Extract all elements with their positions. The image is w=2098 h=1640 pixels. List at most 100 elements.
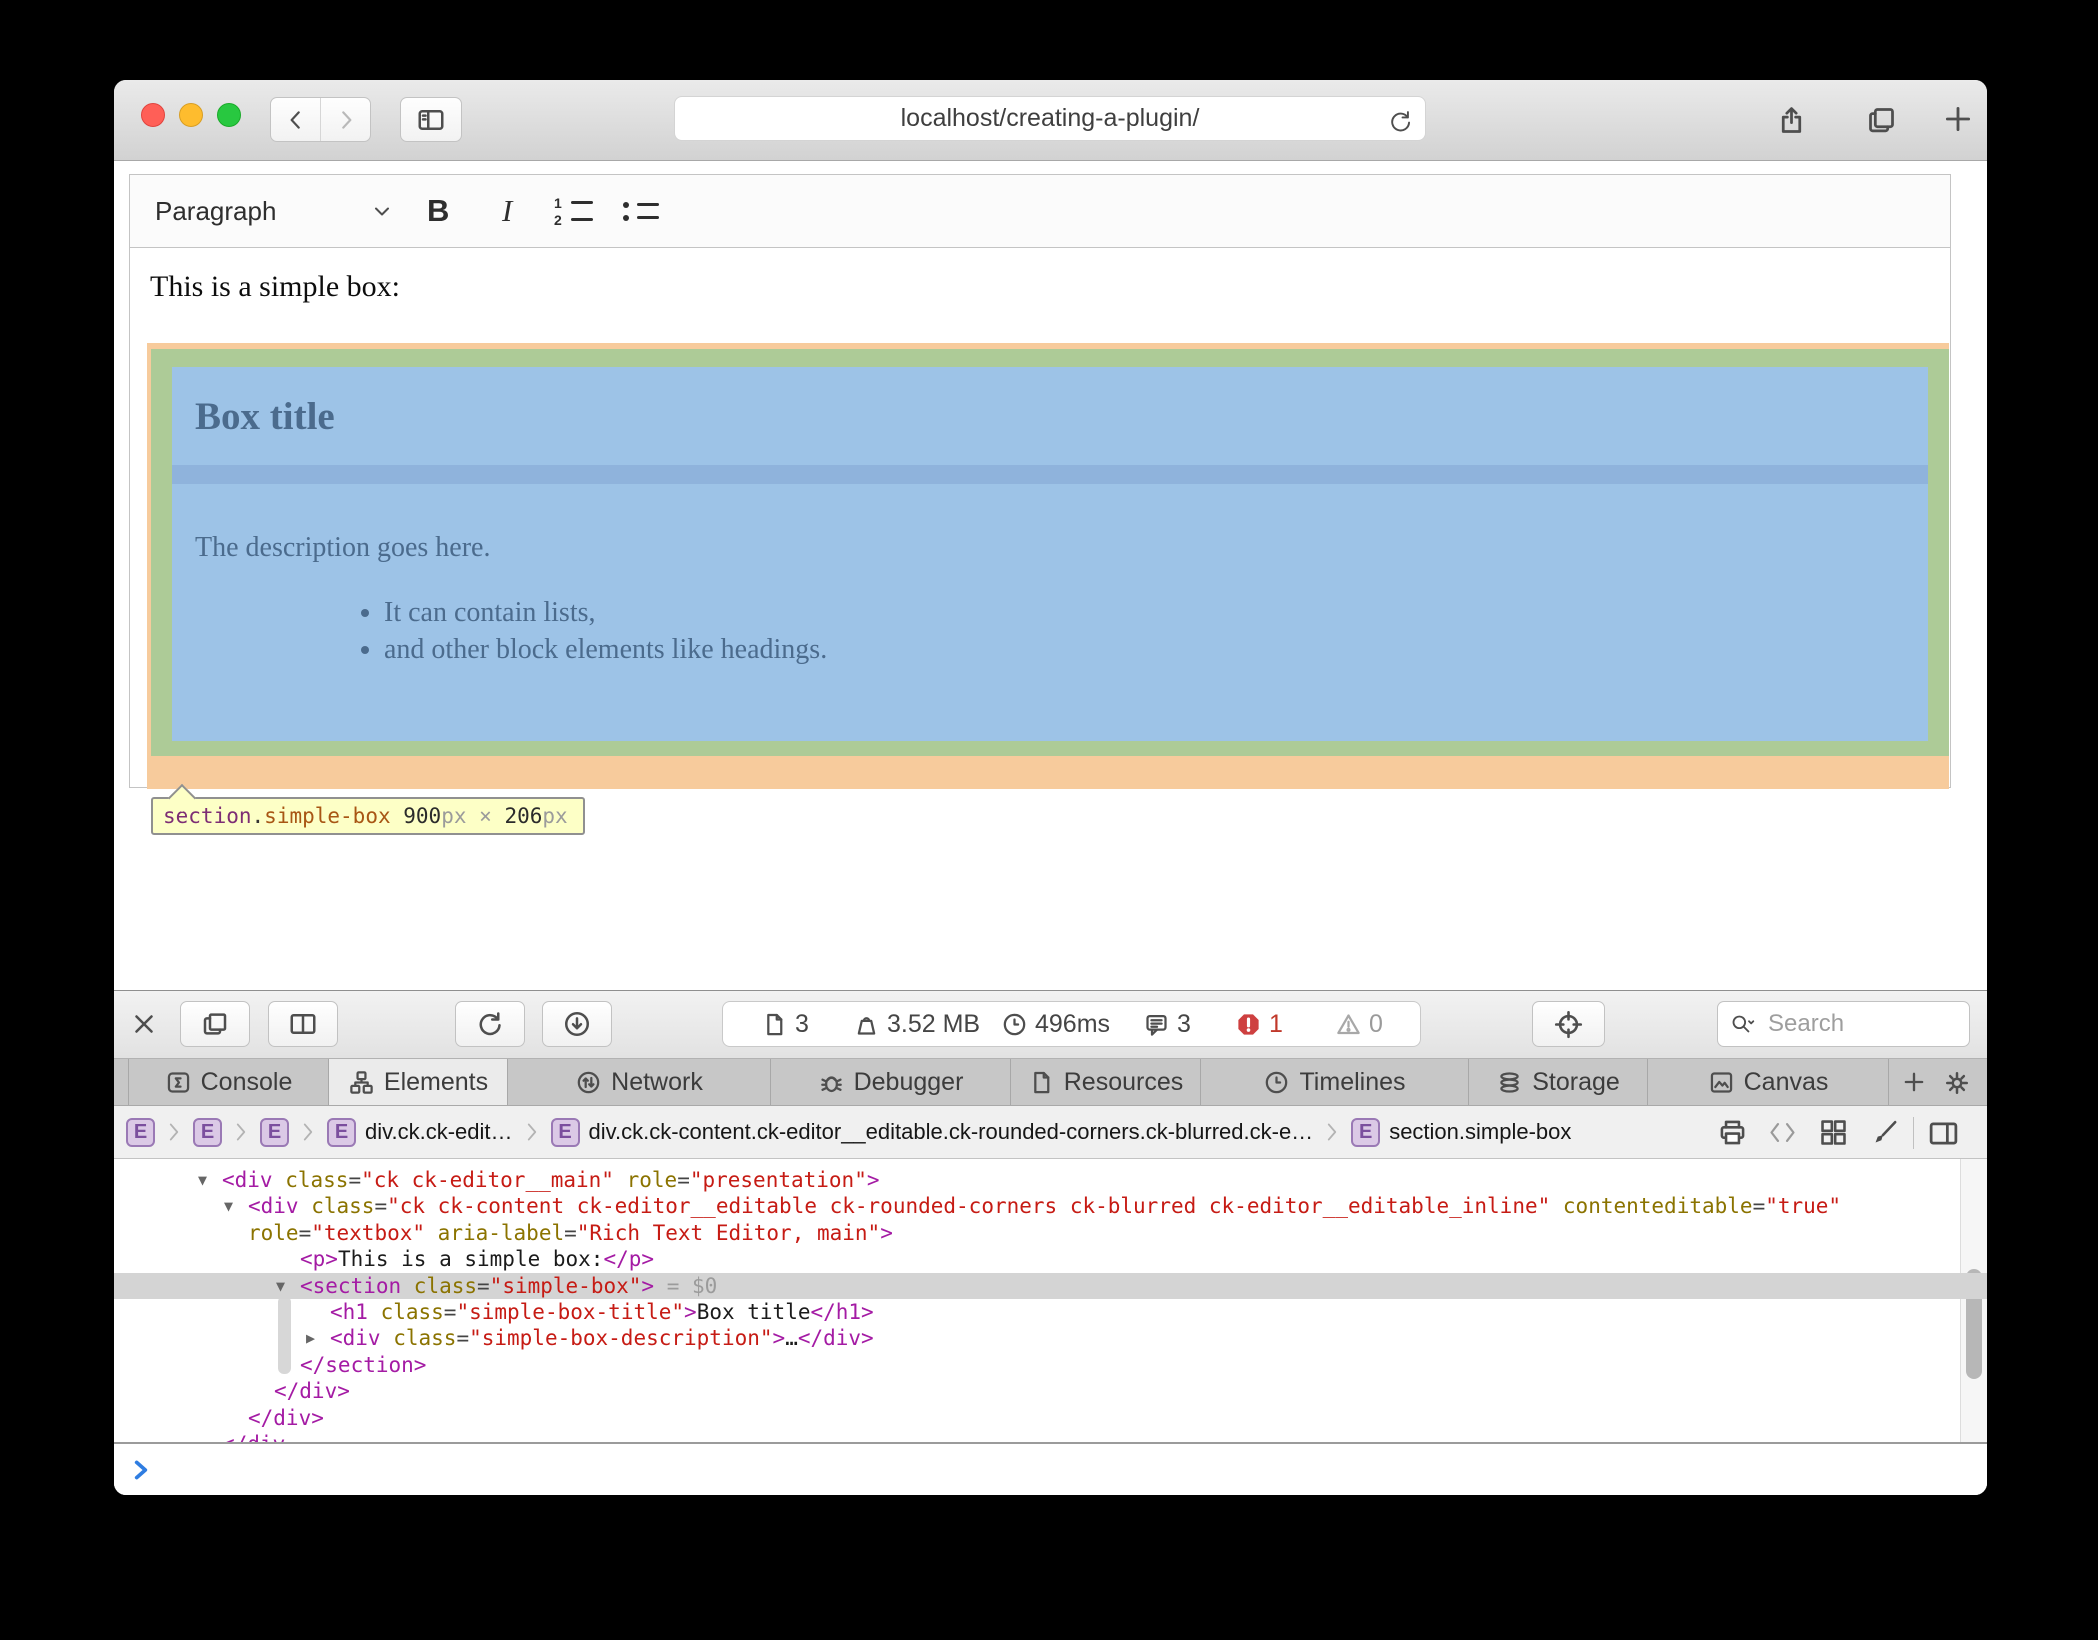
dom-node-selected[interactable]: ▼<section class="simple-box"> = $0: [114, 1273, 1987, 1299]
dom-node[interactable]: role="textbox" aria-label="Rich Text Edi…: [114, 1220, 1987, 1246]
dom-node[interactable]: </div: [114, 1431, 1987, 1442]
dom-node[interactable]: ▼<div class="ck ck-content ck-editor__ed…: [114, 1193, 1987, 1219]
reload-button[interactable]: [1387, 106, 1414, 149]
tab-resources[interactable]: Resources: [1011, 1059, 1201, 1105]
list-item[interactable]: and other block elements like headings.: [384, 631, 1928, 668]
stat-errors[interactable]: 1: [1235, 1002, 1283, 1046]
element-picker-button[interactable]: [1532, 1001, 1605, 1047]
elements-icon: [348, 1069, 375, 1096]
code-token: =: [444, 1300, 457, 1324]
breadcrumb-node[interactable]: E: [193, 1118, 222, 1147]
stat-load-time[interactable]: 496ms: [1001, 1002, 1110, 1046]
tab-elements[interactable]: Elements: [329, 1059, 508, 1105]
disclosure-triangle-icon[interactable]: ▼: [198, 1167, 207, 1193]
download-button[interactable]: [542, 1001, 612, 1047]
share-button[interactable]: [1775, 104, 1808, 142]
sidebar-button[interactable]: [400, 97, 462, 142]
code-token: …: [785, 1326, 798, 1350]
dom-node[interactable]: </section>: [114, 1352, 1987, 1378]
console-prompt-row[interactable]: [114, 1442, 1987, 1495]
close-window-button[interactable]: [141, 103, 165, 127]
code-token: =: [564, 1221, 577, 1245]
tab-overview-button[interactable]: [1865, 104, 1898, 142]
breadcrumb-node[interactable]: E div.ck.ck-edit…: [327, 1118, 513, 1147]
new-tab-button[interactable]: [1941, 102, 1975, 141]
share-icon: [1775, 104, 1808, 137]
element-badge: E: [551, 1118, 580, 1147]
tab-canvas[interactable]: Canvas: [1648, 1059, 1889, 1105]
nav-button-group: [270, 97, 371, 142]
search-input[interactable]: [1766, 1002, 1965, 1046]
forward-button[interactable]: [320, 98, 370, 141]
dom-node[interactable]: ▼<div class="ck ck-editor__main" role="p…: [114, 1167, 1987, 1193]
code-token: "ck ck-editor__main": [361, 1168, 614, 1192]
inspector-settings-button[interactable]: [1942, 1068, 1972, 1103]
dom-node[interactable]: </div>: [114, 1378, 1987, 1404]
code-token: class: [393, 1326, 456, 1350]
bold-label: B: [427, 193, 449, 229]
disclosure-triangle-icon[interactable]: ▶: [306, 1325, 315, 1351]
tab-debugger[interactable]: Debugger: [771, 1059, 1011, 1105]
split-view-icon: [288, 1009, 318, 1039]
breadcrumb-actions: [1717, 1117, 1987, 1149]
dom-node[interactable]: <h1 class="simple-box-title">Box title</…: [114, 1299, 1987, 1325]
dom-tree: ▼<div class="ck ck-editor__main" role="p…: [114, 1159, 1987, 1442]
highlight-content-description: The description goes here. It can contai…: [172, 484, 1928, 741]
code-token: >: [684, 1300, 697, 1324]
tooltip-width: [391, 804, 404, 828]
code-token: This is a simple box:: [338, 1247, 604, 1271]
details-sidebar-button[interactable]: [1927, 1117, 1960, 1156]
list-item[interactable]: It can contain lists,: [384, 594, 1928, 631]
close-inspector-button[interactable]: [129, 1009, 159, 1044]
styles-brush-button[interactable]: [1870, 1117, 1901, 1154]
italic-button[interactable]: I: [502, 175, 512, 247]
numbered-list-button[interactable]: 12: [554, 175, 593, 247]
tab-network[interactable]: Network: [508, 1059, 771, 1105]
breadcrumb-node[interactable]: E: [126, 1118, 155, 1147]
dom-node[interactable]: <p>This is a simple box:</p>: [114, 1246, 1987, 1272]
code-token: class: [311, 1194, 374, 1218]
minimize-window-button[interactable]: [179, 103, 203, 127]
stat-console-messages[interactable]: 3: [1143, 1002, 1191, 1046]
url-bar[interactable]: localhost/creating-a-plugin/: [674, 96, 1426, 141]
disclosure-triangle-icon[interactable]: ▼: [224, 1193, 233, 1219]
paragraph-dropdown-label: Paragraph: [155, 196, 276, 227]
element-badge: E: [260, 1118, 289, 1147]
debugger-icon: [818, 1069, 845, 1096]
box-title-heading[interactable]: Box title: [172, 394, 335, 439]
dom-node[interactable]: ▶<div class="simple-box-description">…</…: [114, 1325, 1987, 1351]
code-token: </div: [222, 1432, 285, 1442]
tab-timelines[interactable]: Timelines: [1201, 1059, 1469, 1105]
show-source-button[interactable]: [1767, 1117, 1798, 1154]
stat-transfer-size[interactable]: 3.52 MB: [853, 1002, 980, 1046]
bulleted-list-button[interactable]: [620, 175, 659, 247]
inspector-reload-button[interactable]: [455, 1001, 525, 1047]
stat-documents[interactable]: 3: [761, 1002, 809, 1046]
dom-node[interactable]: </div>: [114, 1405, 1987, 1431]
editor-paragraph[interactable]: This is a simple box:: [150, 270, 400, 304]
back-button[interactable]: [271, 98, 320, 141]
add-tab-button[interactable]: [1900, 1068, 1928, 1101]
box-description-text[interactable]: The description goes here.: [195, 532, 1928, 564]
weight-icon: [853, 1011, 880, 1038]
paragraph-dropdown[interactable]: Paragraph: [155, 175, 276, 247]
bold-button[interactable]: B: [427, 175, 449, 247]
code-token: "textbox": [311, 1221, 425, 1245]
dock-to-window-button[interactable]: [180, 1001, 250, 1047]
tab-storage[interactable]: Storage: [1469, 1059, 1648, 1105]
stat-warnings[interactable]: 0: [1335, 1002, 1383, 1046]
code-token: <div: [330, 1326, 393, 1350]
breadcrumb-node[interactable]: E: [260, 1118, 289, 1147]
layout-grid-button[interactable]: [1818, 1117, 1849, 1154]
fullscreen-window-button[interactable]: [217, 103, 241, 127]
canvas-icon: [1708, 1069, 1735, 1096]
paragraph-dropdown-chevron[interactable]: [370, 175, 394, 247]
print-button[interactable]: [1717, 1117, 1748, 1154]
disclosure-triangle-icon[interactable]: ▼: [276, 1273, 285, 1299]
breadcrumb-node-selected[interactable]: E section.simple-box: [1351, 1118, 1571, 1147]
dock-side-button[interactable]: [268, 1001, 338, 1047]
error-icon: [1235, 1011, 1262, 1038]
tab-console[interactable]: Console: [128, 1059, 329, 1105]
breadcrumb-node[interactable]: E div.ck.ck-content.ck-editor__editable.…: [551, 1118, 1314, 1147]
element-badge: E: [126, 1118, 155, 1147]
